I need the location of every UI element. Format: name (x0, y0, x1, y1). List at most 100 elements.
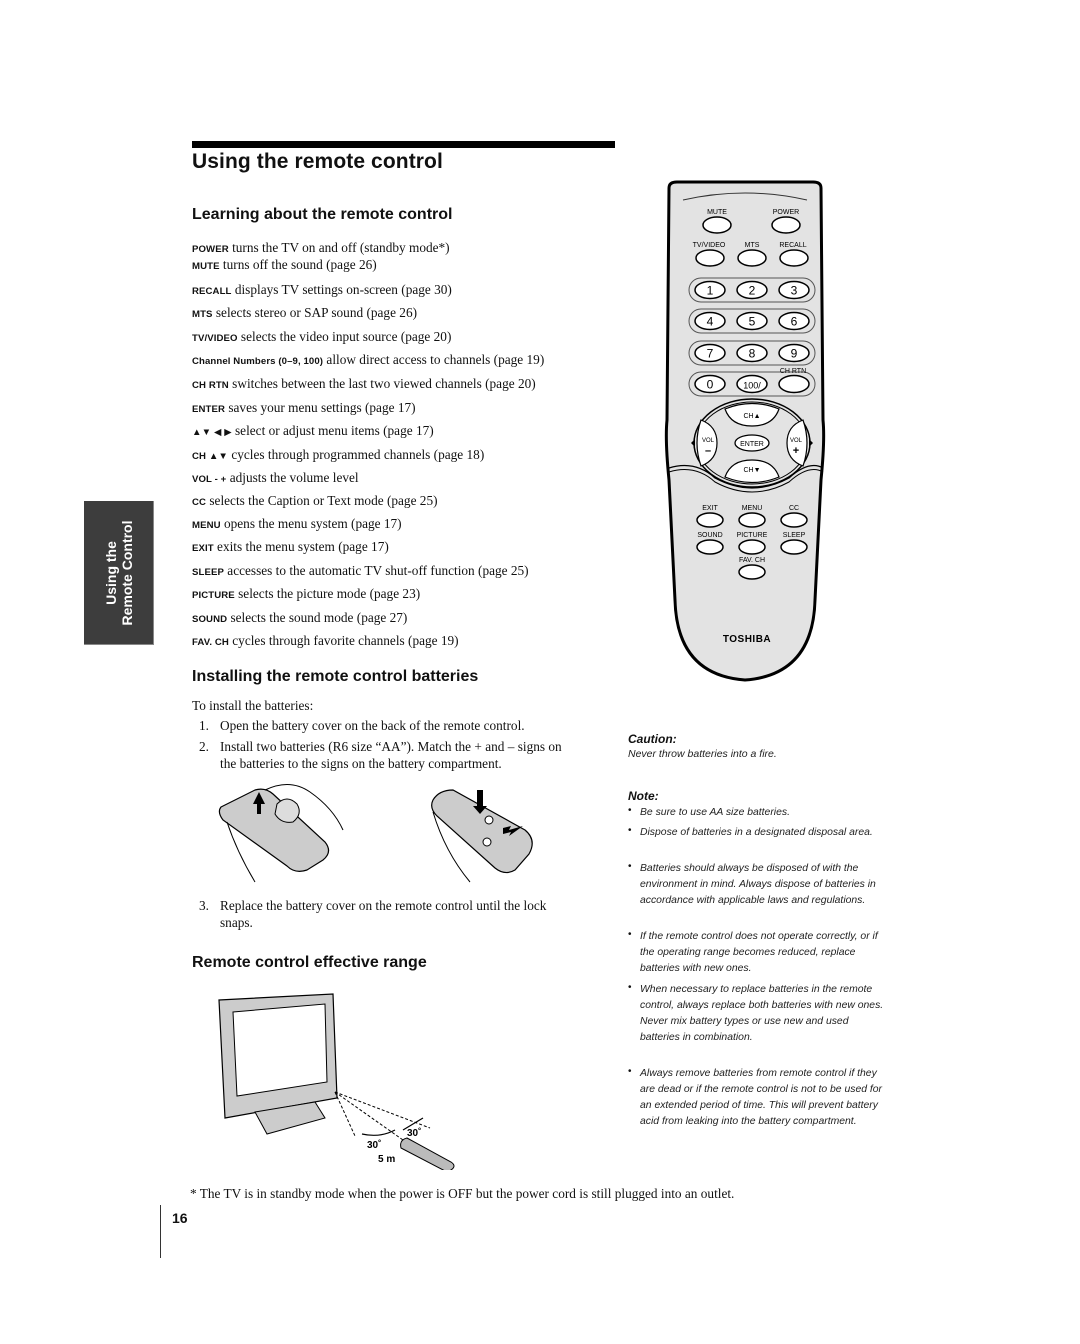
feature-desc: accesses to the automatic TV shut-off fu… (223, 563, 529, 578)
page-number-rule (160, 1205, 161, 1258)
cc-label: CC (789, 505, 799, 512)
caution-heading: Caution: (628, 732, 677, 746)
digit-label: 100/ (743, 381, 761, 391)
feature-item: PICTURE selects the picture mode (page 2… (192, 586, 420, 604)
open-battery-cover-illustration (218, 784, 344, 883)
right-angle-label: 30˚ (407, 1127, 421, 1139)
ch-rtn-label: CH RTN (780, 368, 806, 375)
page-title: Using the remote control (192, 150, 443, 173)
remote-control-illustration: MUTE POWER TV/VIDEO MTS RECALL 1 2 3 4 5 6 7 8 9… (664, 180, 826, 682)
feature-key: CH ▲▼ (192, 451, 229, 462)
feature-key: POWER (192, 244, 229, 255)
note-heading: Note: (628, 789, 659, 803)
sleep-button (780, 539, 808, 555)
feature-key: RECALL (192, 286, 232, 297)
effective-range-diagram: 30˚ 30˚ 5 m (218, 993, 455, 1170)
feature-desc: opens the menu system (page 17) (220, 516, 402, 531)
feature-desc: selects the video input source (page 20) (237, 329, 452, 344)
picture-label: PICTURE (737, 532, 768, 539)
feature-item: SLEEP accesses to the automatic TV shut-… (192, 563, 529, 581)
feature-key: MTS (192, 309, 213, 320)
digit-label: 0 (707, 378, 714, 392)
learning-heading: Learning about the remote control (192, 206, 453, 223)
exit-label: EXIT (702, 505, 718, 512)
feature-item: CH RTN switches between the last two vie… (192, 376, 536, 394)
feature-desc: select or adjust menu items (page 17) (231, 423, 434, 438)
feature-desc: adjusts the volume level (226, 470, 359, 485)
minus-label: – (705, 445, 711, 457)
feature-key: ENTER (192, 404, 226, 415)
ch-up-label: CH▲ (743, 413, 760, 420)
feature-key: EXIT (192, 543, 214, 554)
feature-item: Channel Numbers (0–9, 100) allow direct … (192, 352, 544, 370)
ch-down-label: CH▼ (743, 467, 760, 474)
install-intro: To install the batteries: (192, 698, 314, 713)
feature-key: MENU (192, 520, 221, 531)
distance-label: 5 m (378, 1154, 395, 1165)
digit-label: 3 (791, 284, 798, 298)
feature-item: POWER turns the TV on and off (standby m… (192, 240, 450, 258)
tv-video-label: TV/VIDEO (693, 242, 726, 249)
feature-key: VOL - + (192, 474, 227, 485)
section-side-tab: Using the Remote Control (84, 501, 154, 645)
feature-desc: saves your menu settings (page 17) (225, 400, 416, 415)
left-angle-label: 30˚ (367, 1139, 381, 1151)
feature-item: MENU opens the menu system (page 17) (192, 516, 402, 534)
feature-key: TV/VIDEO (192, 333, 238, 344)
plus-label: + (793, 445, 799, 457)
feature-desc: selects stereo or SAP sound (page 26) (212, 305, 418, 320)
recall-button (779, 249, 809, 267)
vol-left-label: VOL (702, 438, 715, 444)
feature-item: VOL - + adjusts the volume level (192, 470, 359, 488)
digit-label: 1 (707, 284, 714, 298)
title-rule (192, 141, 615, 148)
fav-ch-label: FAV. CH (739, 557, 765, 564)
feature-desc: selects the picture mode (page 23) (234, 586, 421, 601)
feature-key: PICTURE (192, 590, 235, 601)
brand-logo: TOSHIBA (723, 634, 771, 645)
feature-item: MTS selects stereo or SAP sound (page 26… (192, 305, 417, 323)
digit-label: 5 (749, 315, 756, 329)
page-number: 16 (172, 1210, 188, 1226)
side-tab-line1: Using the (102, 540, 119, 605)
feature-desc: cycles through favorite channels (page 1… (228, 633, 459, 648)
feature-desc: selects the Caption or Text mode (page 2… (206, 493, 438, 508)
feature-key: MUTE (192, 261, 220, 272)
feature-key: ▲▼ ◀ ▶ (192, 427, 232, 438)
feature-item: MUTE turns off the sound (page 26) (192, 257, 377, 275)
feature-key: FAV. CH (192, 637, 229, 648)
feature-item: FAV. CH cycles through favorite channels… (192, 633, 459, 651)
feature-item: CH ▲▼ cycles through programmed channels… (192, 447, 484, 465)
feature-desc: allow direct access to channels (page 19… (323, 352, 545, 367)
sound-label: SOUND (697, 532, 722, 539)
fav-ch-button (738, 564, 766, 580)
feature-desc: selects the sound mode (page 27) (227, 610, 408, 625)
range-heading: Remote control effective range (192, 954, 427, 971)
sleep-label: SLEEP (783, 532, 806, 539)
enter-label: ENTER (740, 441, 764, 448)
digit-label: 7 (707, 347, 714, 361)
digit-label: 6 (791, 315, 798, 329)
remote-mini-illustration (400, 1137, 455, 1170)
feature-item: RECALL displays TV settings on-screen (p… (192, 282, 452, 300)
mute-label: MUTE (707, 209, 727, 216)
recall-label: RECALL (779, 242, 806, 249)
feature-item: ▲▼ ◀ ▶ select or adjust menu items (page… (192, 423, 434, 441)
digit-label: 8 (749, 347, 756, 361)
side-tab-line2: Remote Control (118, 520, 135, 625)
mts-button (737, 249, 767, 267)
standby-footnote: * The TV is in standby mode when the pow… (190, 1186, 735, 1201)
feature-desc: turns off the sound (page 26) (219, 257, 377, 272)
feature-desc: exits the menu system (page 17) (213, 539, 389, 554)
power-button (771, 216, 801, 234)
installing-heading: Installing the remote control batteries (192, 668, 479, 685)
menu-button (738, 512, 766, 528)
feature-key: CC (192, 497, 207, 508)
feature-desc: turns the TV on and off (standby mode*) (228, 240, 450, 255)
feature-item: CC selects the Caption or Text mode (pag… (192, 493, 438, 511)
feature-desc: switches between the last two viewed cha… (228, 376, 536, 391)
power-label: POWER (773, 209, 799, 216)
feature-key: CH RTN (192, 380, 229, 391)
tv-screen (232, 1003, 328, 1097)
mute-button (702, 216, 732, 234)
